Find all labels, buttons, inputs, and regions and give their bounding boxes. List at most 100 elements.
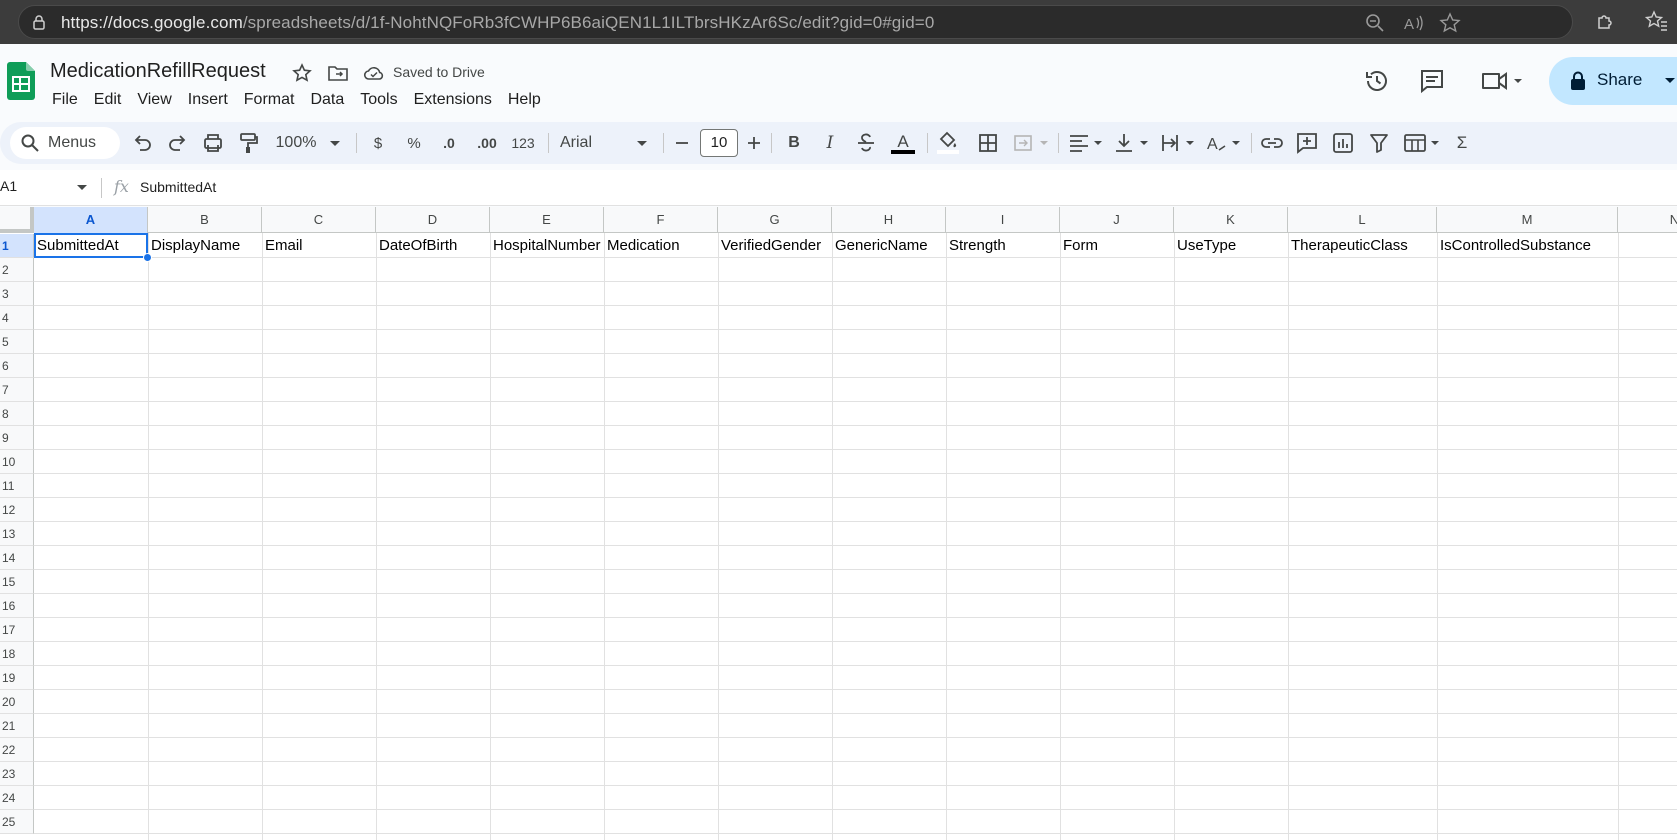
row-header-15[interactable]: 15	[0, 570, 34, 594]
column-header-l[interactable]: L	[1288, 207, 1437, 233]
read-aloud-icon[interactable]: A	[1402, 12, 1424, 34]
menu-extensions[interactable]: Extensions	[406, 88, 500, 112]
column-header-d[interactable]: D	[376, 207, 490, 233]
print-icon[interactable]	[202, 122, 224, 164]
row-header-19[interactable]: 19	[0, 666, 34, 690]
insert-chart-icon[interactable]	[1332, 122, 1354, 164]
search-menus-input[interactable]: Menus	[10, 127, 120, 159]
column-header-e[interactable]: E	[490, 207, 604, 233]
zoom-dropdown-icon[interactable]	[330, 122, 340, 164]
formula-input[interactable]: SubmittedAt	[140, 179, 216, 195]
functions-button[interactable]: Σ	[1452, 122, 1472, 164]
row-header-8[interactable]: 8	[0, 402, 34, 426]
cell-g1[interactable]: VerifiedGender	[718, 234, 832, 258]
cell-h1[interactable]: GenericName	[832, 234, 946, 258]
move-folder-icon[interactable]	[327, 62, 349, 84]
decrease-font-size-icon[interactable]	[674, 122, 690, 164]
cell-k1[interactable]: UseType	[1174, 234, 1288, 258]
font-dropdown-icon[interactable]	[637, 122, 647, 164]
column-header-i[interactable]: I	[946, 207, 1060, 233]
select-all-corner[interactable]	[0, 207, 34, 233]
row-header-9[interactable]: 9	[0, 426, 34, 450]
zoom-select[interactable]: 100%	[272, 122, 320, 164]
row-header-5[interactable]: 5	[0, 330, 34, 354]
lock-icon[interactable]	[31, 14, 47, 30]
text-color-button[interactable]: A	[891, 122, 915, 164]
sheets-logo-icon[interactable]	[7, 62, 35, 100]
meet-video-icon[interactable]	[1480, 68, 1524, 94]
row-header-20[interactable]: 20	[0, 690, 34, 714]
row-header-3[interactable]: 3	[0, 282, 34, 306]
name-box[interactable]: A1	[0, 178, 17, 194]
percent-format-button[interactable]: %	[403, 122, 425, 164]
insert-link-icon[interactable]	[1260, 122, 1284, 164]
document-title[interactable]: MedicationRefillRequest	[50, 60, 266, 83]
cell-b1[interactable]: DisplayName	[148, 234, 262, 258]
row-header-25[interactable]: 25	[0, 810, 34, 834]
row-header-2[interactable]: 2	[0, 258, 34, 282]
menu-tools[interactable]: Tools	[352, 88, 405, 112]
row-header-24[interactable]: 24	[0, 786, 34, 810]
column-header-b[interactable]: B	[148, 207, 262, 233]
cell-l1[interactable]: TherapeuticClass	[1288, 234, 1437, 258]
version-history-icon[interactable]	[1364, 68, 1390, 94]
row-header-7[interactable]: 7	[0, 378, 34, 402]
url-text[interactable]: https://docs.google.com/spreadsheets/d/1…	[61, 13, 934, 33]
cloud-saved-icon[interactable]	[363, 62, 385, 84]
currency-format-button[interactable]: $	[368, 122, 388, 164]
more-formats-button[interactable]: 123	[509, 122, 537, 164]
filter-views-icon[interactable]	[1403, 122, 1443, 164]
row-header-12[interactable]: 12	[0, 498, 34, 522]
paint-format-icon[interactable]	[237, 122, 259, 164]
column-header-f[interactable]: F	[604, 207, 718, 233]
italic-button[interactable]: I	[820, 122, 840, 164]
font-select[interactable]: Arial	[560, 122, 640, 164]
column-header-a[interactable]: A	[34, 207, 148, 233]
row-header-18[interactable]: 18	[0, 642, 34, 666]
redo-icon[interactable]	[167, 122, 189, 164]
column-header-n[interactable]: N	[1618, 207, 1677, 233]
cell-c1[interactable]: Email	[262, 234, 376, 258]
text-rotation-icon[interactable]: A	[1206, 122, 1242, 164]
fill-color-icon[interactable]	[936, 122, 960, 164]
menu-data[interactable]: Data	[302, 88, 352, 112]
cell-d1[interactable]: DateOfBirth	[376, 234, 490, 258]
menu-insert[interactable]: Insert	[180, 88, 236, 112]
column-header-c[interactable]: C	[262, 207, 376, 233]
column-header-j[interactable]: J	[1060, 207, 1174, 233]
row-header-13[interactable]: 13	[0, 522, 34, 546]
star-favorite-icon[interactable]	[1439, 12, 1461, 34]
insert-comment-icon[interactable]	[1296, 122, 1318, 164]
star-icon[interactable]	[291, 62, 313, 84]
merge-cells-icon[interactable]	[1012, 122, 1052, 164]
bold-button[interactable]: B	[784, 122, 804, 164]
decrease-decimal-button[interactable]: .0	[436, 122, 462, 164]
address-bar[interactable]: https://docs.google.com/spreadsheets/d/1…	[18, 5, 1573, 39]
row-header-23[interactable]: 23	[0, 762, 34, 786]
cell-f1[interactable]: Medication	[604, 234, 718, 258]
increase-decimal-button[interactable]: .00	[472, 122, 502, 164]
column-header-k[interactable]: K	[1174, 207, 1288, 233]
cell-m1[interactable]: IsControlledSubstance	[1437, 234, 1618, 258]
column-header-m[interactable]: M	[1437, 207, 1618, 233]
row-header-14[interactable]: 14	[0, 546, 34, 570]
text-wrapping-icon[interactable]	[1160, 122, 1196, 164]
extensions-icon[interactable]	[1595, 10, 1617, 32]
strikethrough-icon[interactable]	[855, 122, 877, 164]
comments-icon[interactable]	[1419, 68, 1445, 94]
borders-icon[interactable]	[977, 122, 999, 164]
font-size-input[interactable]: 10	[700, 129, 738, 157]
favorites-icon[interactable]	[1645, 10, 1667, 32]
zoom-out-icon[interactable]	[1364, 12, 1386, 34]
row-header-17[interactable]: 17	[0, 618, 34, 642]
menu-view[interactable]: View	[129, 88, 179, 112]
column-header-g[interactable]: G	[718, 207, 832, 233]
cell-j1[interactable]: Form	[1060, 234, 1174, 258]
undo-icon[interactable]	[131, 122, 153, 164]
name-box-dropdown-icon[interactable]	[77, 185, 87, 191]
fill-handle[interactable]	[143, 253, 152, 262]
row-header-6[interactable]: 6	[0, 354, 34, 378]
increase-font-size-icon[interactable]	[746, 122, 762, 164]
cell-e1[interactable]: HospitalNumber	[490, 234, 604, 258]
spreadsheet-grid[interactable]: A B C D E F G H I J K L M N 1 2 3 4 5 6 7 8 9 10 1…	[0, 207, 1677, 840]
